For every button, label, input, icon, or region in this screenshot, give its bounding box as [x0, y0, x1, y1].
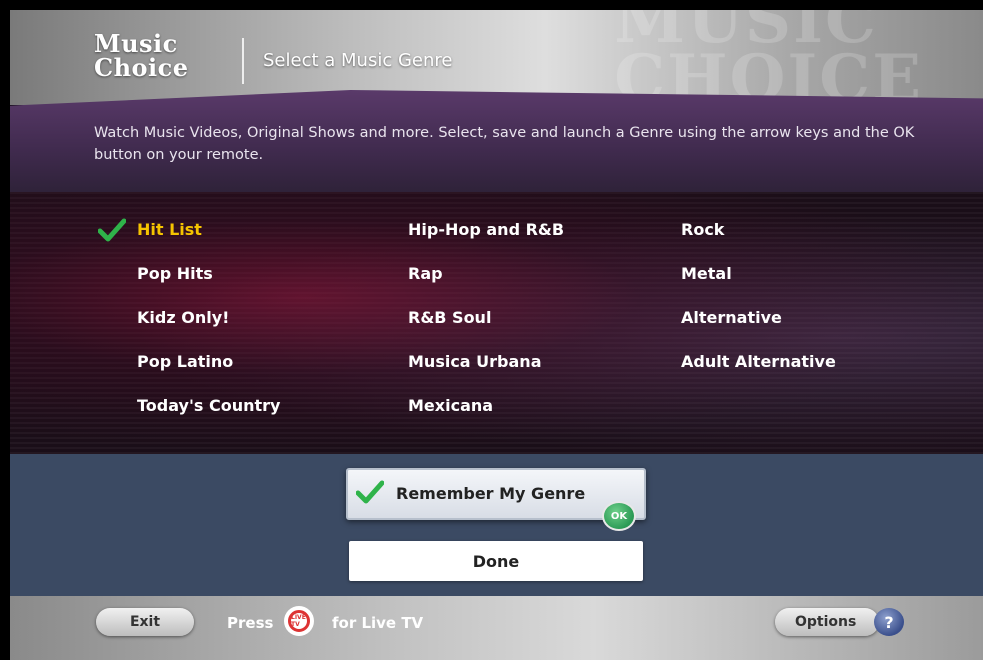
- remember-genre-button[interactable]: Remember My Genre: [346, 468, 646, 520]
- remember-check-icon: [356, 480, 384, 504]
- options-button[interactable]: Options: [775, 608, 879, 636]
- genre-hit-list[interactable]: Hit List: [137, 220, 202, 239]
- done-button[interactable]: Done: [349, 541, 643, 581]
- press-label: Press: [227, 614, 274, 632]
- logo-line2: Choice: [94, 53, 189, 82]
- for-live-tv-label: for Live TV: [332, 614, 424, 632]
- header: MUSIC CHOICE Music Choice Select a Music…: [10, 10, 983, 111]
- genre-rnb-soul[interactable]: R&B Soul: [408, 308, 491, 327]
- remember-genre-label: Remember My Genre: [396, 484, 586, 503]
- genre-metal[interactable]: Metal: [681, 264, 732, 283]
- genre-rock[interactable]: Rock: [681, 220, 724, 239]
- logo-watermark: MUSIC CHOICE: [614, 10, 923, 111]
- app-frame: MUSIC CHOICE Music Choice Select a Music…: [10, 10, 983, 660]
- genre-todays-country[interactable]: Today's Country: [137, 396, 280, 415]
- genre-rap[interactable]: Rap: [408, 264, 443, 283]
- genre-musica-urbana[interactable]: Musica Urbana: [408, 352, 542, 371]
- genre-hip-hop-rnb[interactable]: Hip-Hop and R&B: [408, 220, 564, 239]
- screen: MUSIC CHOICE Music Choice Select a Music…: [0, 0, 983, 660]
- instructions-text: Watch Music Videos, Original Shows and m…: [94, 125, 915, 163]
- exit-button[interactable]: Exit: [96, 608, 194, 636]
- live-tv-icon: LIVE TV: [284, 606, 314, 636]
- genre-adult-alternative[interactable]: Adult Alternative: [681, 352, 836, 371]
- ok-button-icon: OK: [602, 501, 636, 531]
- genre-pop-latino[interactable]: Pop Latino: [137, 352, 233, 371]
- help-icon[interactable]: ?: [874, 608, 904, 636]
- genre-alternative[interactable]: Alternative: [681, 308, 782, 327]
- live-tv-icon-text: LIVE TV: [288, 610, 310, 632]
- header-divider: [242, 38, 244, 84]
- page-title: Select a Music Genre: [263, 50, 453, 71]
- selected-check-icon: [98, 218, 126, 242]
- genre-kidz-only[interactable]: Kidz Only!: [137, 308, 229, 327]
- genre-mexicana[interactable]: Mexicana: [408, 396, 493, 415]
- genre-pop-hits[interactable]: Pop Hits: [137, 264, 213, 283]
- music-choice-logo: Music Choice: [94, 32, 189, 80]
